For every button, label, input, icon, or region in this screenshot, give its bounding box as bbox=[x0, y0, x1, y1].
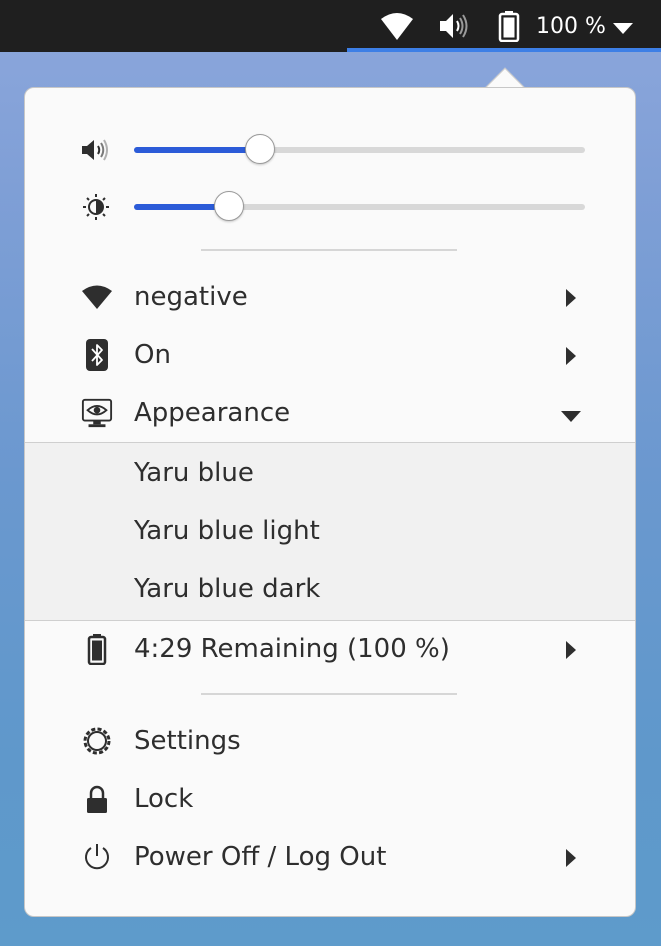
lock-label: Lock bbox=[134, 784, 194, 814]
lock-icon bbox=[81, 784, 113, 814]
battery-icon[interactable] bbox=[498, 10, 520, 42]
wifi-label: negative bbox=[134, 282, 248, 312]
menu-arrow-down-icon[interactable] bbox=[613, 20, 633, 39]
chevron-right-icon bbox=[565, 289, 577, 311]
chevron-right-icon bbox=[565, 849, 577, 871]
volume-slider-row bbox=[25, 129, 637, 169]
active-indicator bbox=[347, 48, 661, 52]
wifi-icon bbox=[81, 282, 113, 312]
theme-option-yaru-blue[interactable]: Yaru blue bbox=[134, 444, 254, 502]
settings-label: Settings bbox=[134, 726, 241, 756]
power-icon bbox=[81, 842, 113, 872]
popover-pointer bbox=[480, 62, 530, 89]
battery-label: 4:29 Remaining (100 %) bbox=[134, 634, 450, 664]
settings-item[interactable]: Settings bbox=[25, 712, 637, 770]
appearance-label: Appearance bbox=[134, 398, 291, 428]
battery-percentage[interactable]: 100 % bbox=[536, 12, 606, 42]
wifi-item[interactable]: negative bbox=[25, 268, 637, 326]
bluetooth-item[interactable]: On bbox=[25, 326, 637, 384]
chevron-right-icon bbox=[565, 641, 577, 663]
theme-option-yaru-blue-dark[interactable]: Yaru blue dark bbox=[134, 560, 320, 618]
appearance-icon bbox=[81, 398, 113, 428]
separator bbox=[201, 249, 457, 251]
wifi-icon[interactable] bbox=[380, 10, 414, 42]
system-menu: negative On Appearance Yaru blue Yaru bl… bbox=[24, 87, 636, 917]
battery-icon bbox=[81, 634, 113, 665]
volume-icon bbox=[81, 137, 111, 163]
appearance-submenu: Yaru blue Yaru blue light Yaru blue dark bbox=[25, 442, 635, 621]
power-item[interactable]: Power Off / Log Out bbox=[25, 828, 637, 886]
brightness-icon bbox=[81, 194, 111, 220]
chevron-right-icon bbox=[565, 347, 577, 369]
power-label: Power Off / Log Out bbox=[134, 842, 387, 872]
gear-icon bbox=[81, 726, 113, 756]
chevron-down-icon bbox=[561, 408, 581, 427]
battery-item[interactable]: 4:29 Remaining (100 %) bbox=[25, 620, 637, 678]
brightness-slider-handle[interactable] bbox=[213, 191, 244, 221]
volume-slider[interactable] bbox=[134, 134, 585, 164]
appearance-item[interactable]: Appearance bbox=[25, 384, 637, 442]
brightness-slider-row bbox=[25, 186, 637, 226]
separator bbox=[201, 693, 457, 695]
top-bar: 100 % bbox=[0, 0, 661, 52]
brightness-slider[interactable] bbox=[134, 191, 585, 221]
volume-slider-handle[interactable] bbox=[245, 134, 276, 164]
bluetooth-icon bbox=[81, 339, 113, 371]
volume-icon[interactable] bbox=[438, 10, 470, 42]
volume-slider-fill bbox=[134, 147, 261, 153]
lock-item[interactable]: Lock bbox=[25, 770, 637, 828]
theme-option-yaru-blue-light[interactable]: Yaru blue light bbox=[134, 502, 320, 560]
bluetooth-label: On bbox=[134, 340, 171, 370]
